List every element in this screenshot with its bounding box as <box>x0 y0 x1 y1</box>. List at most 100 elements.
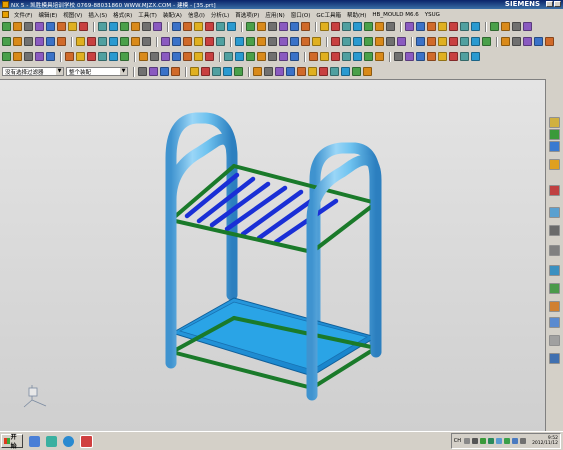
tb2-tool-icon[interactable] <box>290 37 299 46</box>
tb3-tool-icon[interactable] <box>394 52 403 61</box>
tb3-tool-icon[interactable] <box>246 52 255 61</box>
tb2-tool-icon[interactable] <box>161 37 170 46</box>
tb2-tool-icon[interactable] <box>246 37 255 46</box>
tb2-tool-icon[interactable] <box>449 37 458 46</box>
tb2-tool-icon[interactable] <box>183 37 192 46</box>
tb3-tool-icon[interactable] <box>309 52 318 61</box>
menu-tools[interactable]: 工具(T) <box>135 11 160 19</box>
tb1-tool-icon[interactable] <box>438 22 447 31</box>
tb2-tool-icon[interactable] <box>375 37 384 46</box>
tb1-tool-icon[interactable] <box>46 22 55 31</box>
tb1-tool-icon[interactable] <box>79 22 88 31</box>
input-language[interactable]: CH <box>454 438 461 444</box>
tb2-tool-icon[interactable] <box>235 37 244 46</box>
tb3-tool-icon[interactable] <box>139 52 148 61</box>
tb2-tool-icon[interactable] <box>427 37 436 46</box>
tb3-tool-icon[interactable] <box>120 52 129 61</box>
tb2-tool-icon[interactable] <box>24 37 33 46</box>
snapbar-tool-icon[interactable] <box>341 67 350 76</box>
tb3-tool-icon[interactable] <box>438 52 447 61</box>
snapbar-tool-icon[interactable] <box>297 67 306 76</box>
tb2-tool-icon[interactable] <box>331 37 340 46</box>
tb3-tool-icon[interactable] <box>35 52 44 61</box>
rack-model[interactable] <box>0 80 545 431</box>
tb2-tool-icon[interactable] <box>120 37 129 46</box>
menu-window[interactable]: 窗口(O) <box>288 11 314 19</box>
tb3-tool-icon[interactable] <box>320 52 329 61</box>
tb3-tool-icon[interactable] <box>257 52 266 61</box>
tb1-tool-icon[interactable] <box>227 22 236 31</box>
menu-format[interactable]: 格式(R) <box>110 11 135 19</box>
update-icon[interactable] <box>496 438 503 444</box>
tb3-tool-icon[interactable] <box>331 52 340 61</box>
menu-edit[interactable]: 编辑(E) <box>35 11 60 19</box>
tb2-tool-icon[interactable] <box>216 37 225 46</box>
resource-bar-tab-icon[interactable] <box>549 225 560 236</box>
graphics-window[interactable] <box>0 79 545 431</box>
tb3-tool-icon[interactable] <box>416 52 425 61</box>
tb1-tool-icon[interactable] <box>342 22 351 31</box>
snapbar-tool-icon[interactable] <box>253 67 262 76</box>
tb3-tool-icon[interactable] <box>194 52 203 61</box>
menu-file[interactable]: 文件(F) <box>11 11 35 19</box>
tb1-tool-icon[interactable] <box>512 22 521 31</box>
tb1-tool-icon[interactable] <box>364 22 373 31</box>
tb1-tool-icon[interactable] <box>35 22 44 31</box>
tb1-tool-icon[interactable] <box>246 22 255 31</box>
tb1-tool-icon[interactable] <box>257 22 266 31</box>
snapbar-tool-icon[interactable] <box>308 67 317 76</box>
tb3-tool-icon[interactable] <box>24 52 33 61</box>
resource-bar-tab-icon[interactable] <box>549 353 560 364</box>
tb2-tool-icon[interactable] <box>172 37 181 46</box>
tb3-tool-icon[interactable] <box>46 52 55 61</box>
menu-preferences[interactable]: 首选项(P) <box>232 11 262 19</box>
tb1-tool-icon[interactable] <box>386 22 395 31</box>
tb1-tool-icon[interactable] <box>416 22 425 31</box>
snapbar-tool-icon[interactable] <box>352 67 361 76</box>
tb2-tool-icon[interactable] <box>2 37 11 46</box>
resource-bar-tab-icon[interactable] <box>549 265 560 276</box>
tb3-tool-icon[interactable] <box>205 52 214 61</box>
tb3-tool-icon[interactable] <box>87 52 96 61</box>
menu-assemblies[interactable]: 装配(A) <box>160 11 185 19</box>
menu-analysis[interactable]: 分析(L) <box>208 11 232 19</box>
security-icon[interactable] <box>488 438 495 444</box>
tb3-tool-icon[interactable] <box>342 52 351 61</box>
tb2-tool-icon[interactable] <box>131 37 140 46</box>
tb3-tool-icon[interactable] <box>2 52 11 61</box>
resource-bar-tab-icon[interactable] <box>549 317 560 328</box>
tb2-tool-icon[interactable] <box>194 37 203 46</box>
resource-bar-tab-icon[interactable] <box>549 335 560 346</box>
document-icon[interactable] <box>2 11 9 18</box>
tb1-tool-icon[interactable] <box>120 22 129 31</box>
resource-bar-tab-icon[interactable] <box>549 301 560 312</box>
tb1-tool-icon[interactable] <box>353 22 362 31</box>
tb1-tool-icon[interactable] <box>405 22 414 31</box>
tb3-tool-icon[interactable] <box>449 52 458 61</box>
selection-filter-dropdown[interactable]: 没有选择过滤器 ▼ <box>2 67 64 76</box>
snapbar-tool-icon[interactable] <box>275 67 284 76</box>
snapbar-tool-icon[interactable] <box>264 67 273 76</box>
tb3-tool-icon[interactable] <box>172 52 181 61</box>
clock[interactable]: 9:52 2012/11/12 <box>532 436 558 446</box>
tb1-tool-icon[interactable] <box>183 22 192 31</box>
tb1-tool-icon[interactable] <box>290 22 299 31</box>
resource-bar-tab-icon[interactable] <box>549 207 560 218</box>
tb1-tool-icon[interactable] <box>24 22 33 31</box>
tb1-tool-icon[interactable] <box>279 22 288 31</box>
tb2-tool-icon[interactable] <box>386 37 395 46</box>
tb1-tool-icon[interactable] <box>2 22 11 31</box>
tb1-tool-icon[interactable] <box>153 22 162 31</box>
tb3-tool-icon[interactable] <box>13 52 22 61</box>
tb3-tool-icon[interactable] <box>268 52 277 61</box>
tb3-tool-icon[interactable] <box>405 52 414 61</box>
tb2-tool-icon[interactable] <box>534 37 543 46</box>
tb1-tool-icon[interactable] <box>172 22 181 31</box>
tb1-tool-icon[interactable] <box>523 22 532 31</box>
snapbar-tool-icon[interactable] <box>286 67 295 76</box>
menu-information[interactable]: 信息(I) <box>185 11 208 19</box>
tb3-tool-icon[interactable] <box>161 52 170 61</box>
resource-bar-tab-icon[interactable] <box>549 117 560 128</box>
resource-bar-tab-icon[interactable] <box>549 129 560 140</box>
tb1-tool-icon[interactable] <box>331 22 340 31</box>
